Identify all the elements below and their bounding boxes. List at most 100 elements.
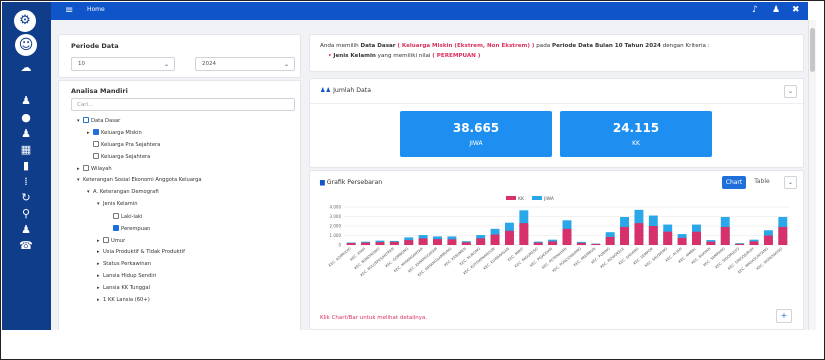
stat-jiwa-value: 38.665 xyxy=(452,121,500,135)
tree-node[interactable]: ▸ Lansia KK Tunggal xyxy=(97,285,150,291)
bar-kk[interactable] xyxy=(504,230,514,245)
tree-node-label: Keluarga Sejahtera xyxy=(101,154,151,160)
bar-kk[interactable] xyxy=(763,235,773,246)
tree-node[interactable]: ▸ Umur xyxy=(97,237,125,244)
bar-kk[interactable] xyxy=(692,231,701,245)
bar-kk[interactable] xyxy=(634,223,644,245)
tree-node[interactable]: ▸ Keluarga Miskin xyxy=(87,129,142,136)
checkbox[interactable] xyxy=(93,129,99,135)
checkbox[interactable] xyxy=(83,165,89,171)
app-logo[interactable]: ⚙ xyxy=(14,10,36,32)
phone-icon[interactable]: ☎ xyxy=(19,240,33,252)
y-tick-label: 1.000 xyxy=(330,233,342,238)
bar-kk[interactable] xyxy=(605,236,615,245)
bar-kk[interactable] xyxy=(576,242,586,245)
chart-header: ▆ Grafik Persebaran xyxy=(320,179,382,186)
tree-node[interactable]: ▸ Lansia Hidup Sendiri xyxy=(97,273,156,279)
bar-kk[interactable] xyxy=(778,226,788,245)
user-avatar-icon[interactable]: ☺ xyxy=(15,34,37,56)
bar-kk[interactable] xyxy=(620,226,630,245)
stat-jiwa[interactable]: 38.665 JIWA xyxy=(400,111,552,157)
chevron-down-icon: ⌄ xyxy=(163,61,169,68)
refresh-icon[interactable]: ↻ xyxy=(19,192,33,204)
bar-kk[interactable] xyxy=(749,241,759,245)
bar-kk[interactable] xyxy=(663,231,673,245)
distribution-chart[interactable]: KK JIWA 4.000 3.000 2.000 1.000 0KEC. ADIMULYO… xyxy=(316,193,796,313)
analysis-title: Analisa Mandiri xyxy=(71,87,128,95)
checkbox[interactable] xyxy=(83,117,89,123)
tree-node[interactable]: Perempuan xyxy=(107,225,150,232)
tab-chart[interactable]: Chart xyxy=(722,176,746,189)
bar-kk[interactable] xyxy=(677,237,687,245)
total-data-dropdown-button[interactable]: ⌄ xyxy=(784,85,797,98)
bar-kk[interactable] xyxy=(706,241,716,245)
file-icon[interactable]: ▮ xyxy=(19,160,33,172)
tree-node[interactable]: Laki-laki xyxy=(107,213,142,220)
month-select[interactable]: 10 ⌄ xyxy=(71,57,175,71)
stat-kk[interactable]: 24.115 KK xyxy=(560,111,712,157)
checkbox[interactable] xyxy=(93,153,99,159)
profile-icon[interactable]: ♟ xyxy=(772,5,780,15)
bar-kk[interactable] xyxy=(447,239,457,245)
bar-kk[interactable] xyxy=(404,240,414,245)
y-tick-label: 3.000 xyxy=(330,214,342,219)
bar-kk[interactable] xyxy=(461,242,471,245)
home-link[interactable]: Home xyxy=(87,6,105,13)
checkbox[interactable] xyxy=(113,225,119,231)
tree-node[interactable]: ▾ A. Keterangan Demografi xyxy=(87,189,159,195)
checkbox[interactable] xyxy=(113,213,119,219)
search-icon[interactable]: ⚲ xyxy=(19,208,33,220)
checkbox[interactable] xyxy=(93,141,99,147)
hamburger-menu-icon[interactable]: ≡ xyxy=(65,5,73,16)
bar-kk[interactable] xyxy=(346,243,356,245)
bar-kk[interactable] xyxy=(735,243,745,245)
bar-kk[interactable] xyxy=(389,241,399,245)
tree-node[interactable]: ▸ Status Perkawinan xyxy=(97,261,151,267)
year-value: 2024 xyxy=(202,61,216,67)
bar-kk[interactable] xyxy=(562,228,572,245)
users-icon[interactable]: ♟ xyxy=(19,95,33,107)
notification-icon[interactable]: ♪ xyxy=(752,5,758,15)
bar-kk[interactable] xyxy=(533,242,543,245)
bar-kk[interactable] xyxy=(591,243,601,245)
legend-swatch xyxy=(532,196,542,200)
year-select[interactable]: 2024 ⌄ xyxy=(195,57,295,71)
tree-node-label: Jenis Kelamin xyxy=(103,201,138,207)
bar-kk[interactable] xyxy=(433,239,442,245)
bar-kk[interactable] xyxy=(648,226,658,245)
page-scrollbar[interactable] xyxy=(808,20,816,330)
tree-node[interactable]: ▾ Keterangan Sosial Ekonomi Anggota Kelua… xyxy=(77,177,202,183)
tree-node[interactable]: ▸ Usia Produktif & Tidak Produktif xyxy=(97,249,185,255)
stat-kk-unit: KK xyxy=(632,140,640,147)
bar-kk[interactable] xyxy=(476,238,486,245)
bar-kk[interactable] xyxy=(720,226,730,245)
cloud-icon[interactable]: ☁ xyxy=(19,62,33,74)
tree-node[interactable]: ▸ 1 KK Lansia (60+) xyxy=(97,297,150,303)
bar-kk[interactable] xyxy=(490,234,500,245)
bar-kk[interactable] xyxy=(361,242,371,245)
palette-icon[interactable]: ● xyxy=(19,112,33,124)
people-icon[interactable]: ♟ xyxy=(19,224,33,236)
tree-node[interactable]: Keluarga Sejahtera xyxy=(87,153,150,160)
tree-node-label: Status Perkawinan xyxy=(103,261,151,267)
divider xyxy=(310,103,803,104)
tree-search-input[interactable]: Cari... xyxy=(71,98,295,111)
add-button[interactable]: + xyxy=(776,309,792,323)
tab-table[interactable]: Table xyxy=(750,176,774,189)
legend-label: KK xyxy=(518,196,525,202)
tree-node[interactable]: ▾ Jenis Kelamin xyxy=(97,201,138,207)
scrollbar-thumb[interactable] xyxy=(810,28,815,72)
tree-node[interactable]: Keluarga Pra Sejahtera xyxy=(87,141,160,148)
tree-node[interactable]: ▾ Data Dasar xyxy=(77,117,120,124)
bar-kk[interactable] xyxy=(519,223,529,245)
group-icon[interactable]: ♟ xyxy=(19,128,33,140)
collapse-icon[interactable]: ✖ xyxy=(792,5,800,15)
bar-kk[interactable] xyxy=(548,241,558,245)
tree-node[interactable]: ▸ Wilayah xyxy=(77,165,112,172)
grid-icon[interactable]: ⁞ xyxy=(19,176,33,188)
bar-kk[interactable] xyxy=(418,238,428,245)
chart-options-button[interactable]: ⌄ xyxy=(784,176,797,189)
table-icon[interactable]: ▦ xyxy=(19,144,33,156)
checkbox[interactable] xyxy=(103,237,109,243)
bar-kk[interactable] xyxy=(375,242,385,245)
